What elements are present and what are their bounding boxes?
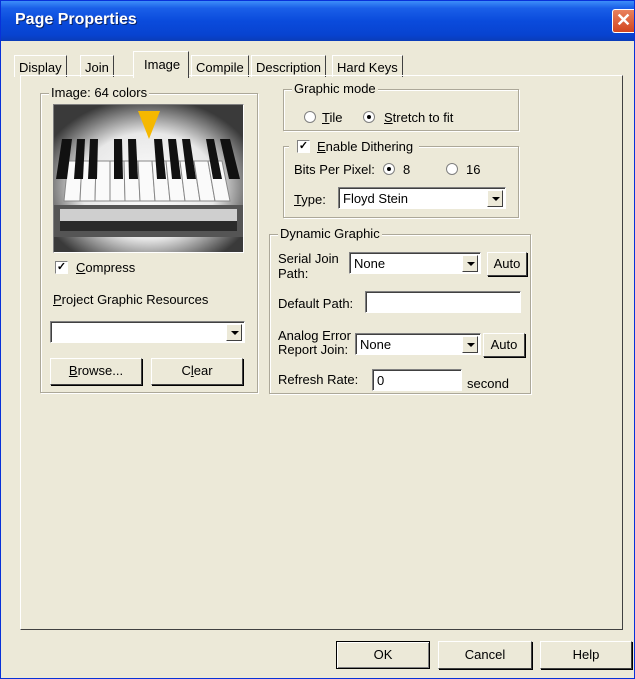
type-select[interactable]: Floyd Stein	[338, 187, 506, 209]
refresh-rate-unit: second	[467, 376, 509, 391]
image-group-label: Image: 64 colors	[49, 85, 150, 100]
type-value: Floyd Stein	[343, 191, 409, 206]
chevron-down-icon[interactable]	[462, 336, 478, 353]
type-label: Type:	[294, 192, 326, 207]
bits-16-radio[interactable]	[446, 163, 458, 175]
chevron-down-icon[interactable]	[226, 324, 242, 341]
default-path-label: Default Path:	[278, 296, 354, 311]
tab-description[interactable]: Description	[251, 55, 327, 77]
tab-hard-keys[interactable]: Hard Keys	[332, 55, 403, 77]
analog-error-report-join-label: Analog Error Report Join:	[278, 328, 351, 357]
help-button[interactable]: Help	[540, 641, 632, 669]
project-graphic-resources-combo[interactable]	[50, 321, 245, 343]
page-properties-dialog: Page Properties ✕ Display Join Image Com…	[0, 0, 635, 679]
bits-16-label: 16	[466, 162, 481, 177]
cancel-button[interactable]: Cancel	[438, 641, 532, 669]
refresh-rate-input[interactable]: 0	[372, 369, 462, 391]
clear-button[interactable]: Clear	[151, 358, 243, 385]
refresh-rate-label: Refresh Rate:	[278, 372, 359, 387]
tile-label: Tile	[322, 110, 343, 125]
tab-compile[interactable]: Compile	[191, 55, 249, 77]
tab-join[interactable]: Join	[80, 55, 114, 77]
bits-per-pixel-label: Bits Per Pixel:	[294, 162, 375, 177]
analog-error-report-join-combo[interactable]: None	[355, 333, 481, 355]
serial-join-path-label: Serial Join Path:	[278, 251, 339, 281]
piano-image-svg	[54, 105, 243, 252]
enable-dithering-label: Enable Dithering	[317, 139, 414, 154]
tab-image[interactable]: Image	[133, 51, 190, 78]
piano-keys-image	[53, 104, 244, 253]
analog-error-report-join-value: None	[360, 337, 392, 352]
chevron-down-icon[interactable]	[487, 190, 503, 207]
bits-8-radio[interactable]	[383, 163, 395, 175]
project-graphic-resources-label: Project Graphic Resources	[53, 292, 209, 307]
stretch-to-fit-radio[interactable]	[363, 111, 375, 123]
browse-button[interactable]: Browse...	[50, 358, 142, 385]
tile-radio[interactable]	[304, 111, 316, 123]
serial-join-path-value: None	[354, 256, 386, 271]
serial-join-path-combo[interactable]: None	[349, 252, 481, 274]
compress-label: Compress	[76, 260, 136, 275]
window-title: Page Properties	[15, 11, 137, 28]
bits-8-label: 8	[403, 162, 411, 177]
close-icon[interactable]: ✕	[612, 9, 634, 33]
ok-button[interactable]: OK	[336, 641, 430, 669]
serial-auto-button[interactable]: Auto	[487, 252, 527, 276]
title-bar[interactable]: Page Properties ✕	[1, 1, 634, 41]
stretch-to-fit-label: Stretch to fit	[384, 110, 454, 125]
dynamic-graphic-label: Dynamic Graphic	[278, 226, 382, 241]
graphic-mode-label: Graphic mode	[292, 81, 378, 96]
tab-display[interactable]: Display	[14, 55, 67, 77]
analog-auto-button[interactable]: Auto	[483, 333, 525, 357]
compress-checkbox[interactable]: ✓	[55, 261, 68, 274]
chevron-down-icon[interactable]	[462, 255, 478, 272]
enable-dithering-checkbox[interactable]: ✓	[297, 140, 310, 153]
default-path-input[interactable]	[365, 291, 521, 313]
